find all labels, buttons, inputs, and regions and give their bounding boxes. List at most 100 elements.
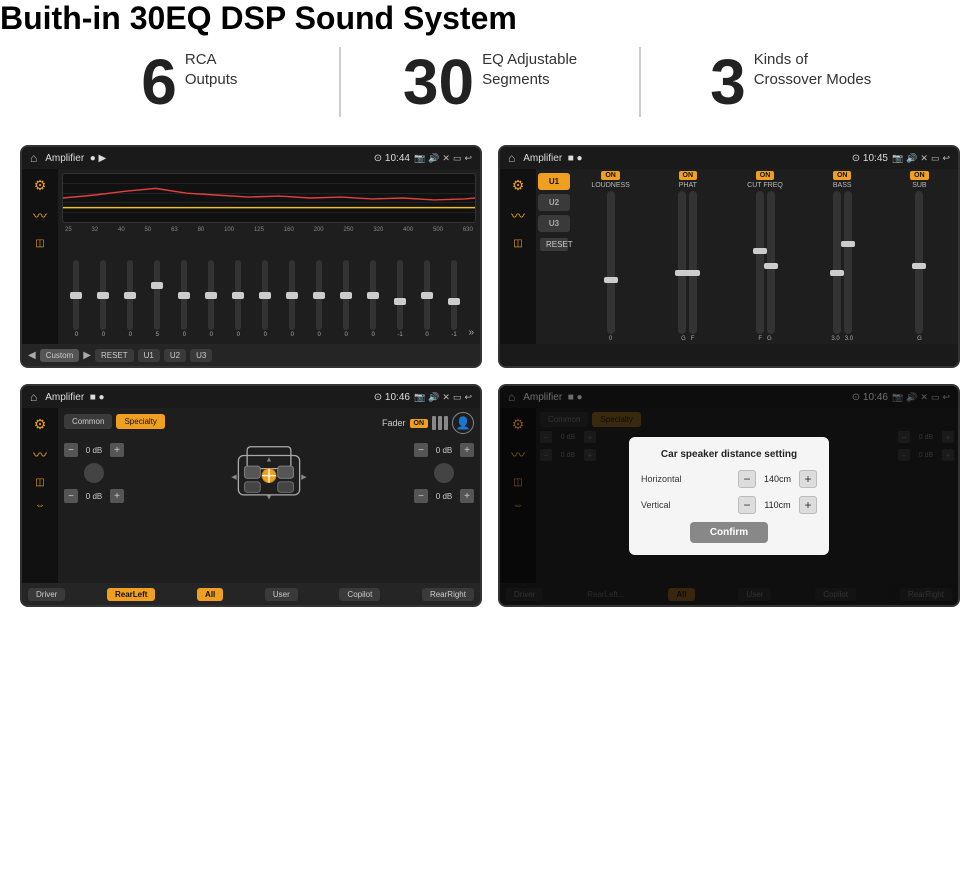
eq-freq-labels: 25 32 40 50 63 80 100 125 160 200 250 32…	[62, 226, 476, 234]
bass-slider-1[interactable]	[833, 191, 841, 334]
eq-slider-8[interactable]: 0	[253, 260, 278, 338]
eq-slider-14[interactable]: 0	[415, 260, 440, 338]
phat-slider-g[interactable]	[678, 191, 686, 334]
eq-wave-icon[interactable]: 〰	[33, 206, 47, 226]
spk-back-icon[interactable]: ↩	[464, 392, 472, 403]
vertical-minus[interactable]: −	[738, 496, 756, 514]
eq-preset-u3[interactable]: U3	[190, 349, 212, 362]
spk-lb-plus[interactable]: +	[110, 489, 124, 503]
btn-rearright[interactable]: RearRight	[422, 588, 474, 601]
amp-status-bar: ⌂ Amplifier ■ ● ⊙ 10:45 📷 🔊 ✕ ▭ ↩	[500, 147, 958, 169]
loudness-slider[interactable]	[607, 191, 615, 334]
eq-status-icons: 📷 🔊 ✕ ▭ ↩	[414, 153, 472, 164]
stat-rca: 6 RCA Outputs	[60, 50, 319, 114]
horizontal-minus[interactable]: −	[738, 470, 756, 488]
amp-wave-icon[interactable]: 〰	[511, 206, 525, 226]
spk-fader-area: Common Specialty Fader ON 👤	[58, 408, 480, 583]
cutfreq-slider-f[interactable]	[756, 191, 764, 334]
spk-home-icon[interactable]: ⌂	[30, 390, 37, 404]
eq-slider-3[interactable]: 0	[118, 260, 143, 338]
amp-preset-u1[interactable]: U1	[538, 173, 570, 190]
spk-status-icons: 📷 🔊 ✕ ▭ ↩	[414, 392, 472, 403]
home-icon[interactable]: ⌂	[30, 151, 37, 165]
spk-bottom-bar: Driver RearLeft All User Copilot RearRig…	[22, 583, 480, 605]
vertical-plus[interactable]: +	[799, 496, 817, 514]
eq-slider-2[interactable]: 0	[91, 260, 116, 338]
speaker-left: − 0 dB + − 0 dB +	[64, 443, 124, 503]
eq-more-icon[interactable]: »	[469, 327, 475, 338]
eq-slider-7[interactable]: 0	[226, 260, 251, 338]
spk-lt-minus[interactable]: −	[64, 443, 78, 457]
amp-reset[interactable]: RESET	[540, 238, 568, 251]
volume-icon: 🔊	[428, 153, 439, 164]
spk-rb-plus[interactable]: +	[460, 489, 474, 503]
eq-slider-12[interactable]: 0	[361, 260, 386, 338]
spk-rt-plus[interactable]: +	[460, 443, 474, 457]
btn-rearleft[interactable]: RearLeft	[107, 588, 155, 601]
amp-preset-u2[interactable]: U2	[538, 194, 570, 211]
fader-profile-icon[interactable]: 👤	[452, 412, 474, 434]
eq-preset-reset[interactable]: RESET	[95, 349, 134, 362]
dialog-horizontal-row: Horizontal − 140cm +	[641, 470, 817, 488]
amp-back-icon[interactable]: ↩	[942, 153, 950, 164]
sub-slider[interactable]	[915, 191, 923, 334]
spk-arrows-icon[interactable]: ⇔	[35, 500, 45, 511]
tab-common[interactable]: Common	[64, 414, 112, 429]
spk-tune-icon[interactable]: ⚙	[34, 416, 47, 433]
speaker-right: − 0 dB + − 0 dB +	[414, 443, 474, 503]
confirm-button[interactable]: Confirm	[690, 522, 768, 543]
back-icon[interactable]: ↩	[464, 153, 472, 164]
horizontal-plus[interactable]: +	[799, 470, 817, 488]
spk-rt-minus[interactable]: −	[414, 443, 428, 457]
eq-status-bar: ⌂ Amplifier ● ▶ ⊙ 10:44 📷 🔊 ✕ ▭ ↩	[22, 147, 480, 169]
stat-label-rca: RCA Outputs	[185, 50, 238, 95]
btn-all[interactable]: All	[197, 588, 223, 601]
stat-number-crossover: 3	[710, 50, 746, 114]
eq-slider-1[interactable]: 0	[64, 260, 89, 338]
eq-slider-11[interactable]: 0	[334, 260, 359, 338]
btn-driver[interactable]: Driver	[28, 588, 65, 601]
amp-minimize-icon: ▭	[931, 153, 940, 164]
cutfreq-slider-g[interactable]	[767, 191, 775, 334]
spk-lb-minus[interactable]: −	[64, 489, 78, 503]
eq-speaker-icon[interactable]: ◫	[35, 238, 44, 249]
bass-slider-2[interactable]	[844, 191, 852, 334]
amp-home-icon[interactable]: ⌂	[508, 151, 515, 165]
spk-left-bottom: − 0 dB +	[64, 489, 124, 503]
fader-on-badge: ON	[410, 419, 429, 428]
phat-on-badge: ON	[679, 171, 698, 180]
amp-tune-icon[interactable]: ⚙	[512, 177, 525, 194]
eq-preset-u2[interactable]: U2	[164, 349, 186, 362]
btn-copilot[interactable]: Copilot	[339, 588, 380, 601]
eq-content: ⚙ 〰 ◫	[22, 169, 480, 344]
spk-speaker-icon[interactable]: ◫	[35, 477, 44, 488]
eq-preset-custom[interactable]: Custom	[40, 349, 80, 362]
minimize-icon: ▭	[453, 153, 462, 164]
btn-user[interactable]: User	[265, 588, 298, 601]
stats-row: 6 RCA Outputs 30 EQ Adjustable Segments …	[0, 37, 980, 135]
spk-lt-plus[interactable]: +	[110, 443, 124, 457]
spk-rb-minus[interactable]: −	[414, 489, 428, 503]
fader-tabs: Common Specialty	[64, 414, 165, 429]
eq-slider-4[interactable]: 5	[145, 260, 170, 338]
spk-wave-icon[interactable]: 〰	[33, 445, 47, 465]
eq-tune-icon[interactable]: ⚙	[34, 177, 47, 194]
eq-slider-10[interactable]: 0	[307, 260, 332, 338]
eq-slider-9[interactable]: 0	[280, 260, 305, 338]
distance-dialog: Car speaker distance setting Horizontal …	[629, 437, 829, 555]
amp-time: ⊙ 10:45	[852, 153, 888, 164]
speaker-layout: − 0 dB + − 0 dB +	[64, 438, 474, 508]
eq-slider-5[interactable]: 0	[172, 260, 197, 338]
eq-prev-icon[interactable]: ◀	[28, 350, 36, 361]
tab-specialty[interactable]: Specialty	[116, 414, 164, 429]
eq-slider-15[interactable]: -1	[442, 260, 467, 338]
eq-next-icon[interactable]: ▶	[83, 350, 91, 361]
amp-speaker-icon[interactable]: ◫	[513, 238, 522, 249]
eq-slider-6[interactable]: 0	[199, 260, 224, 338]
eq-slider-13[interactable]: -1	[388, 260, 413, 338]
amp-preset-u3[interactable]: U3	[538, 215, 570, 232]
amp-channel-sub: ON SUB G	[883, 171, 956, 342]
eq-preset-u1[interactable]: U1	[138, 349, 160, 362]
phat-slider-f[interactable]	[689, 191, 697, 334]
speaker-screen: ⌂ Amplifier ■ ● ⊙ 10:46 📷 🔊 ✕ ▭ ↩ ⚙ 〰 ◫ …	[20, 384, 482, 607]
